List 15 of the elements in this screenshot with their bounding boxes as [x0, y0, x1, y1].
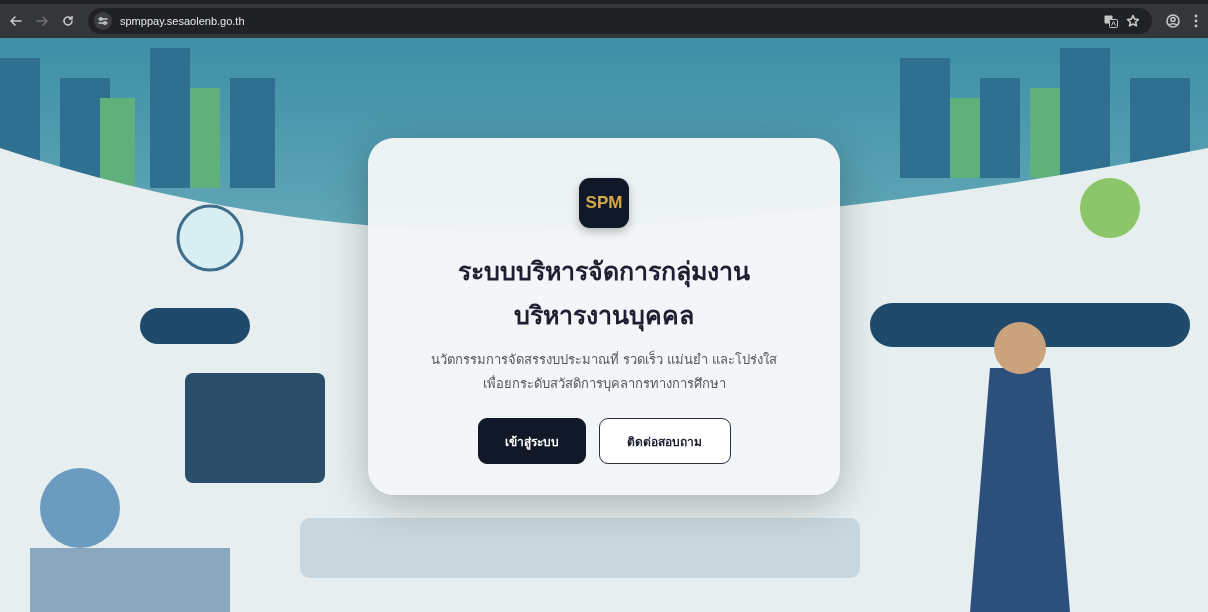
- star-icon[interactable]: [1126, 14, 1140, 28]
- contact-button[interactable]: ติดต่อสอบถาม: [598, 418, 731, 464]
- logo: SPM: [579, 178, 629, 228]
- modal-title: ระบบบริหารจัดการกลุ่มงาน บริหารงานบุคคล: [458, 256, 750, 334]
- login-button[interactable]: เข้าสู่ระบบ: [477, 418, 586, 464]
- address-bar[interactable]: spmppay.sesaolenb.go.th: [88, 8, 1152, 34]
- translate-icon[interactable]: [1104, 14, 1118, 28]
- profile-icon[interactable]: [1166, 14, 1180, 28]
- back-icon[interactable]: [10, 15, 22, 27]
- menu-icon[interactable]: [1194, 14, 1198, 28]
- site-settings-icon[interactable]: [94, 12, 112, 30]
- reload-icon[interactable]: [62, 15, 74, 27]
- url-text: spmppay.sesaolenb.go.th: [120, 15, 245, 27]
- modal-subtitle: นวัตกรรมการจัดสรรงบประมาณที่ รวดเร็ว แม่นยำ และโปร่งใส เพื่อยกระดับสวัสดิการบุคลากรทางการศึกษา: [430, 349, 778, 394]
- forward-icon[interactable]: [36, 15, 48, 27]
